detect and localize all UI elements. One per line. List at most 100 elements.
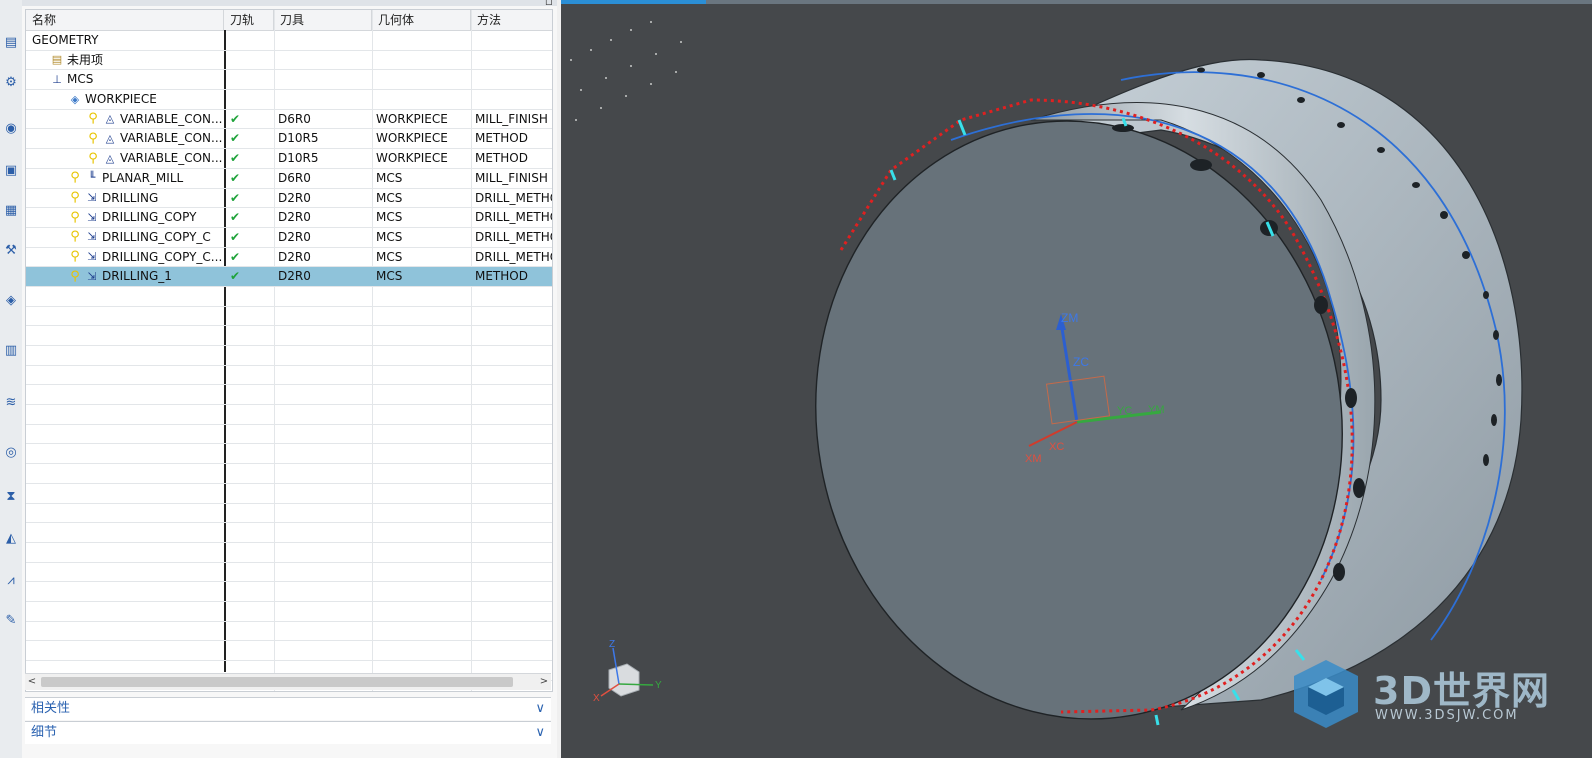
operation-navigator: ▫ 名称 刀轨 刀具 几何体 方法 GEOMETRY ▤ 未用项 ⊥ MCS ◈ WORKP…: [22, 0, 557, 758]
part-model-scene[interactable]: ZM ZC XC XM YC YM Z Y X: [561, 0, 1592, 758]
orientation-triad[interactable]: [600, 647, 654, 697]
toolpath-status-cell: [224, 70, 274, 89]
scroll-left-icon[interactable]: <: [25, 674, 39, 690]
empty-row: [26, 307, 552, 327]
empty-row: [26, 444, 552, 465]
drilling-icon: ⇲: [87, 191, 97, 204]
geometry-cell: WORKPIECE: [376, 151, 448, 166]
row-name-label: WORKPIECE: [85, 92, 157, 107]
close-icon[interactable]: ▫: [545, 0, 553, 8]
column-header-toolpath[interactable]: 刀轨: [224, 10, 274, 30]
zc-label: ZC: [1073, 355, 1089, 369]
geometry-cell: MCS: [376, 190, 403, 205]
empty-row: [26, 366, 552, 386]
method-cell: METHOD: [475, 269, 528, 284]
table-row[interactable]: GEOMETRY: [26, 31, 552, 51]
drilling-icon: ⇲: [87, 250, 97, 264]
folder-icon: ▤: [51, 53, 63, 67]
generate-toolpath-icon[interactable]: ≋: [1, 392, 21, 414]
create-tool-icon[interactable]: ⚒: [1, 240, 21, 262]
table-row[interactable]: ⚲ ⇲ DRILLING_COPY ✔ D2R0 MCS DRILL_METHO: [26, 208, 552, 228]
yc-label: YC: [1117, 405, 1132, 417]
dependencies-panel[interactable]: 相关性 ∨: [25, 697, 551, 720]
row-name-cell: ⚲ ⇲ DRILLING: [26, 189, 224, 208]
method-cell: DRILL_METHO: [475, 229, 552, 244]
column-header-name[interactable]: 名称: [26, 10, 224, 30]
empty-row: [26, 385, 552, 406]
operation-tree: 名称 刀轨 刀具 几何体 方法 GEOMETRY ▤ 未用项 ⊥ MCS ◈ WORKPIE…: [25, 9, 553, 692]
toolpath-status-cell: ✔: [230, 131, 241, 146]
details-panel[interactable]: 细节 ∨: [25, 721, 551, 744]
table-row[interactable]: ⚲ ⇲ DRILLING_COPY_C... ✔ D2R0 MCS DRILL_METHO: [26, 248, 552, 268]
table-row[interactable]: ⚲ ⇲ DRILLING_COPY_C ✔ D2R0 MCS DRILL_METHO: [26, 228, 552, 248]
watermark-brand: 3D世界网: [1373, 669, 1550, 713]
table-row[interactable]: ⚲ ◬ VARIABLE_CON... ✔ D6R0 WORKPIECE MILL_FINI…: [26, 110, 552, 130]
triad-z-label: Z: [609, 639, 615, 650]
program-order-icon[interactable]: ▤: [1, 32, 21, 54]
method-cell: [471, 70, 552, 89]
method-cell: DRILL_METHO: [475, 210, 552, 225]
row-name-cell: ⚲ ⇲ DRILLING_1: [26, 267, 224, 286]
row-name-label: DRILLING_COPY_C: [102, 229, 211, 244]
geometry-icon[interactable]: ▣: [1, 160, 21, 182]
chevron-down-icon[interactable]: ∨: [535, 722, 545, 744]
machine-tool-icon[interactable]: ⚙: [1, 72, 21, 94]
row-name-label: DRILLING_1: [102, 269, 172, 284]
tool-cell: D10R5: [278, 151, 319, 166]
empty-row: [26, 622, 552, 642]
scroll-right-icon[interactable]: >: [537, 674, 551, 690]
status-bulb-icon: ⚲: [70, 170, 80, 186]
create-geometry-icon[interactable]: ◈: [1, 290, 21, 312]
geometry-cell: MCS: [376, 210, 403, 225]
method-cell: [471, 51, 552, 70]
machine-sim-icon[interactable]: ⩘: [1, 570, 21, 592]
column-header-method[interactable]: 方法: [471, 10, 552, 30]
column-header-tool[interactable]: 刀具: [274, 10, 372, 30]
create-operation-icon[interactable]: ▥: [1, 340, 21, 362]
method-cell: MILL_FINISH: [475, 111, 548, 126]
horizontal-scrollbar[interactable]: < >: [25, 673, 551, 690]
table-row[interactable]: ⚲ ⇲ DRILLING ✔ D2R0 MCS DRILL_METHO: [26, 189, 552, 209]
empty-row: [26, 464, 552, 484]
post-process-icon[interactable]: ⧗: [1, 486, 21, 508]
status-bulb-icon: ⚲: [88, 150, 98, 166]
table-row[interactable]: ▤ 未用项: [26, 51, 552, 71]
table-row[interactable]: ⊥ MCS: [26, 70, 552, 91]
zm-label: ZM: [1061, 311, 1078, 325]
status-bulb-icon: ⚲: [70, 190, 80, 205]
toolpath-status-cell: ✔: [230, 111, 241, 126]
shop-doc-icon[interactable]: ◭: [1, 528, 21, 550]
table-row[interactable]: ◈ WORKPIECE: [26, 90, 552, 110]
ym-label: YM: [1148, 404, 1165, 416]
create-program-icon[interactable]: ▦: [1, 200, 21, 222]
method-cell: [471, 90, 552, 109]
chevron-down-icon[interactable]: ∨: [535, 698, 545, 720]
table-row[interactable]: ⚲ ◬ VARIABLE_CON... ✔ D10R5 WORKPIECE METHOD: [26, 129, 552, 150]
empty-row: [26, 425, 552, 445]
feeds-icon[interactable]: ✎: [1, 610, 21, 632]
geometry-cell: MCS: [376, 170, 403, 185]
workpiece-icon: ◈: [70, 92, 80, 106]
toolpath-status-cell: ✔: [230, 249, 241, 264]
row-name-cell: ◈ WORKPIECE: [26, 90, 224, 109]
row-name-label: DRILLING: [102, 190, 159, 205]
drilling-icon: ⇲: [87, 230, 97, 244]
method-icon[interactable]: ◉: [1, 118, 21, 140]
tool-cell: [274, 51, 372, 70]
graphics-viewport[interactable]: ZM ZC XC XM YC YM Z Y X 3D世界网 WWW.3DSJW.…: [561, 0, 1592, 758]
row-name-cell: ⚲ ◬ VARIABLE_CON...: [26, 149, 224, 168]
verify-icon[interactable]: ◎: [1, 442, 21, 464]
row-name-label: MCS: [67, 72, 94, 87]
row-name-cell: ⚲ ⇲ DRILLING_COPY: [26, 208, 224, 227]
scrollbar-thumb[interactable]: [41, 677, 513, 687]
mcs-icon: ⊥: [52, 72, 62, 86]
method-cell: DRILL_METHO: [475, 249, 552, 264]
row-name-cell: ⚲ ╙ PLANAR_MILL: [26, 169, 224, 188]
row-name-label: VARIABLE_CON...: [120, 111, 223, 126]
empty-row: [26, 641, 552, 661]
table-row[interactable]: ⚲ ╙ PLANAR_MILL ✔ D6R0 MCS MILL_FINISH: [26, 169, 552, 189]
column-header-geometry[interactable]: 几何体: [372, 10, 471, 30]
status-bulb-icon: ⚲: [70, 229, 80, 245]
table-row[interactable]: ⚲ ⇲ DRILLING_1 ✔ D2R0 MCS METHOD: [26, 267, 552, 287]
table-row[interactable]: ⚲ ◬ VARIABLE_CON... ✔ D10R5 WORKPIECE METHOD: [26, 149, 552, 169]
